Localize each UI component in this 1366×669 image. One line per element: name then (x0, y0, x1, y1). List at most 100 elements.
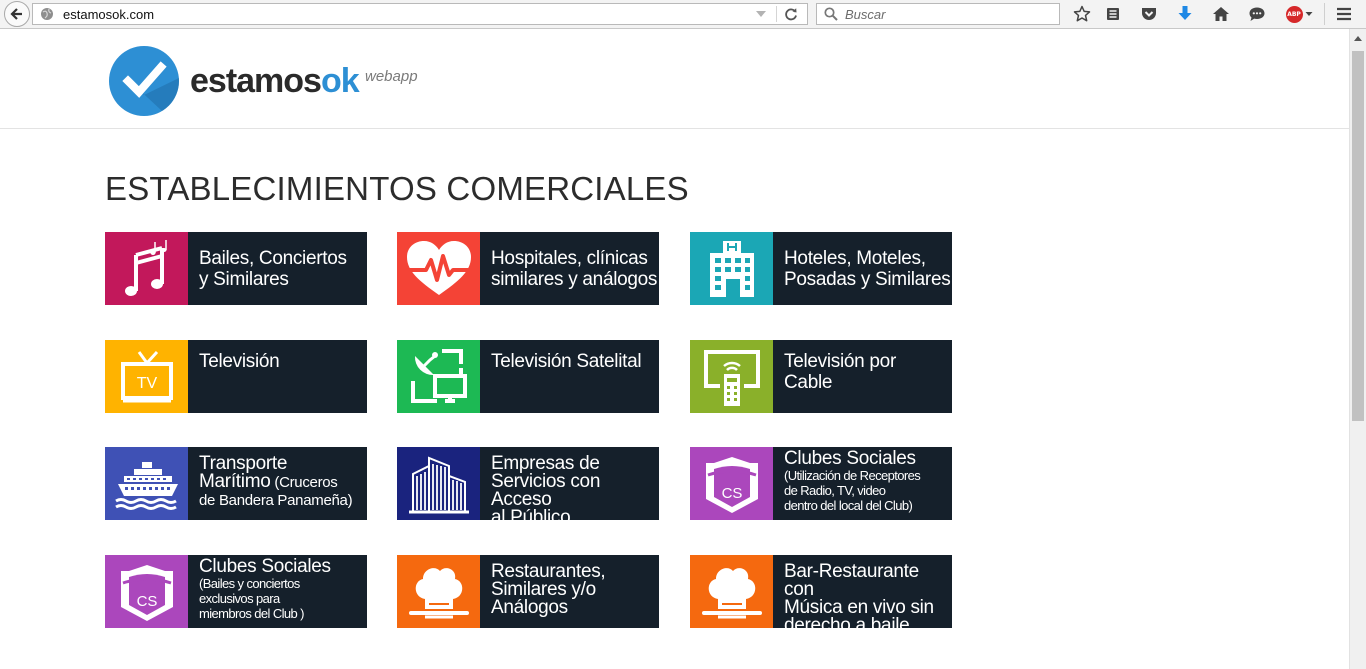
home-icon (1213, 7, 1229, 21)
category-tile-empresas-servicios[interactable]: Empresas de Servicios con Acceso al Públ… (397, 447, 659, 527)
tile-subline: (Bailes y conciertos (199, 576, 300, 591)
chef-hat-icon (701, 567, 762, 618)
tile-line: Clubes Sociales (784, 448, 916, 469)
logo-wordmark-main: estamos (190, 62, 322, 100)
category-tile-restaurantes[interactable]: Restaurantes, Similares y/o Análogos (397, 555, 659, 628)
club-badge-icon: CS (705, 456, 758, 513)
tile-line: Clubes Sociales (199, 556, 331, 577)
tile-label: Bailes, Conciertos y Similares (188, 232, 347, 305)
tile-line: Cable (784, 372, 833, 393)
reload-icon[interactable] (783, 6, 799, 22)
category-tile-hospitales[interactable]: Hospitales, clínicas similares y análogo… (397, 232, 659, 305)
tile-line: Bar-Restaurante con (784, 561, 919, 600)
tile-line: Televisión (199, 351, 280, 372)
tile-subline: miembros del Club ) (199, 606, 305, 621)
category-tile-television[interactable]: TV Televisión (105, 340, 367, 413)
home-button[interactable] (1211, 4, 1231, 24)
scrollbar-thumb[interactable] (1352, 51, 1364, 421)
tile-label: Empresas de Servicios con Acceso al Públ… (480, 447, 659, 527)
tile-line: Análogos (491, 597, 568, 618)
category-tile-television-cable[interactable]: Televisión por Cable (690, 340, 952, 413)
tile-line: Televisión Satelital (491, 351, 642, 372)
tile-line: similares y análogos (491, 268, 658, 290)
tile-line: Hospitales, clínicas (491, 247, 648, 269)
tile-line: Servicios con Acceso (491, 471, 601, 510)
tile-label: Restaurantes, Similares y/o Análogos (480, 555, 606, 628)
tile-label: Televisión Satelital (480, 340, 642, 413)
logo-wordmark-accent: ok (320, 62, 360, 100)
tile-icon-box (397, 340, 480, 413)
tile-line: y Similares (199, 268, 289, 290)
adblock-dropdown-icon (1305, 12, 1312, 16)
music-icon (124, 239, 167, 296)
hamburger-menu-icon (1337, 7, 1351, 21)
urlbar-separator (776, 6, 777, 22)
page-scrollbar[interactable] (1349, 29, 1366, 669)
tile-label: Clubes Sociales (Utilización de Receptor… (773, 447, 921, 520)
tile-line: Bailes, Conciertos (199, 247, 347, 269)
reading-list-button[interactable] (1103, 4, 1123, 24)
tile-line: Televisión por (784, 351, 896, 372)
tile-icon-box (690, 340, 773, 413)
adblock-button[interactable]: ABP (1284, 4, 1314, 24)
buildings-icon (408, 456, 469, 513)
tv-icon-label: TV (136, 375, 157, 392)
tv-icon: TV (120, 350, 173, 402)
search-bar[interactable]: Buscar (816, 3, 1060, 25)
pocket-icon (1142, 8, 1156, 20)
page-title: ESTABLECIMIENTOS COMERCIALES (105, 170, 689, 207)
bookmark-star-button[interactable] (1072, 4, 1092, 24)
downloads-button[interactable] (1175, 4, 1195, 24)
site-logo[interactable]: estamosok webapp (107, 44, 427, 118)
address-bar[interactable]: estamosok.com (32, 3, 808, 25)
arrow-left-icon (10, 8, 22, 20)
category-tile-transporte-maritimo[interactable]: Transporte Marítimo (Cruceros de Bandera… (105, 447, 367, 520)
search-placeholder: Buscar (845, 6, 886, 22)
tile-label: Televisión (188, 340, 280, 413)
tile-label: Hospitales, clínicas similares y análogo… (480, 232, 657, 305)
logo-wordmark: estamosok (190, 62, 360, 101)
tile-icon-box (690, 555, 773, 628)
category-tile-bar-restaurante[interactable]: Bar-Restaurante con Música en vivo sin d… (690, 555, 952, 635)
url-text[interactable]: estamosok.com (63, 7, 154, 22)
reader-icon (1107, 8, 1119, 20)
site-header: estamosok webapp (0, 29, 1349, 129)
cable-tv-icon (703, 349, 760, 406)
tile-line: derecho a baile (784, 615, 910, 636)
hotel-icon (709, 240, 754, 297)
tile-icon-box: TV (105, 340, 188, 413)
menu-button[interactable] (1334, 4, 1354, 24)
category-tile-bailes-conciertos[interactable]: Bailes, Conciertos y Similares (105, 232, 367, 305)
club-badge-label: CS (721, 485, 742, 502)
back-button[interactable] (4, 1, 30, 27)
chat-bubble-icon (1249, 7, 1265, 21)
check-circle-icon (109, 46, 179, 116)
club-badge-label: CS (136, 593, 157, 610)
tile-label: Hoteles, Moteles, Posadas y Similares (773, 232, 951, 305)
download-arrow-icon (1178, 6, 1192, 20)
heart-pulse-icon (406, 240, 471, 295)
history-dropdown-icon[interactable] (755, 7, 767, 21)
pocket-button[interactable] (1139, 4, 1159, 24)
logo-subtitle: webapp (365, 68, 418, 85)
globe-icon (41, 8, 53, 20)
tile-line: Posadas y Similares (784, 268, 951, 290)
tile-icon-box (105, 447, 188, 520)
tile-label: Transporte Marítimo (Cruceros de Bandera… (188, 447, 353, 520)
toolbar-separator (1324, 3, 1325, 25)
tile-icon-box: CS (690, 447, 773, 520)
tile-line: Hoteles, Moteles, (784, 247, 926, 269)
tile-line-main: Marítimo (199, 471, 271, 492)
category-tile-television-satelital[interactable]: Televisión Satelital (397, 340, 659, 413)
tile-label: Televisión por Cable (773, 340, 896, 413)
scroll-up-icon[interactable] (1354, 36, 1362, 41)
category-tile-clubes-sociales-bailes[interactable]: CS Clubes Sociales (Bailes y conciertos … (105, 555, 367, 628)
category-tile-hoteles[interactable]: Hoteles, Moteles, Posadas y Similares (690, 232, 952, 305)
tile-icon-box (397, 555, 480, 628)
browser-toolbar: estamosok.com Buscar ABP (0, 0, 1366, 29)
tile-subline: (Utilización de Receptores (784, 468, 921, 483)
category-tile-clubes-sociales-receptores[interactable]: CS Clubes Sociales (Utilización de Recep… (690, 447, 952, 520)
tile-line: de Bandera Panameña) (199, 492, 353, 509)
tile-line: al Público (491, 507, 571, 528)
chat-button[interactable] (1247, 4, 1267, 24)
